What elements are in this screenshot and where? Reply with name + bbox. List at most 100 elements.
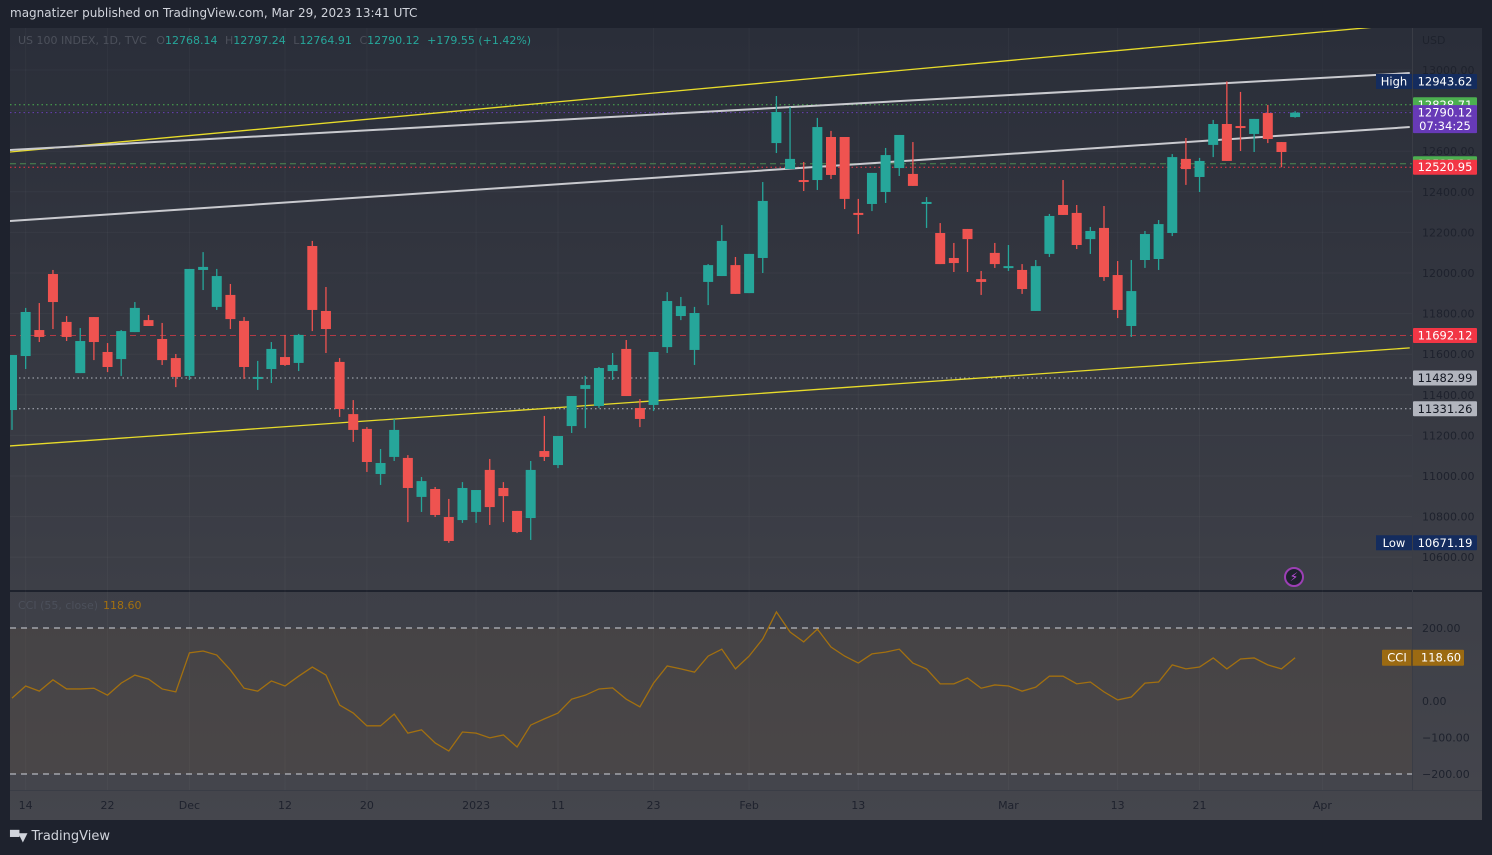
candle-body	[798, 180, 809, 183]
candle-body	[1208, 123, 1219, 145]
candle-body	[1276, 142, 1287, 153]
candle-body	[826, 136, 836, 175]
candle-up	[1030, 260, 1041, 311]
candle-body	[921, 201, 932, 204]
candle-body	[280, 357, 290, 365]
candle-body	[634, 408, 645, 419]
candle-down	[839, 136, 850, 210]
candle-body	[907, 173, 918, 186]
time-tick: Feb	[739, 799, 758, 812]
candle-down	[334, 358, 345, 417]
candle-up	[1167, 154, 1178, 237]
open-value: 12768.14	[165, 34, 218, 47]
price-tick: 11200.00	[1422, 429, 1475, 442]
candle-up	[662, 292, 673, 353]
price-tick: 12200.00	[1422, 226, 1475, 239]
candle-body	[1180, 158, 1191, 170]
candle-body	[47, 274, 58, 303]
candle-body	[839, 136, 850, 199]
candle-body	[129, 307, 140, 333]
price-tick: 11600.00	[1422, 348, 1475, 361]
candle-body	[853, 212, 864, 215]
candle-body	[566, 396, 577, 427]
candle-body	[498, 487, 509, 497]
countdown-text: 07:34:25	[1419, 119, 1471, 133]
candle-body	[75, 341, 86, 374]
candle-body	[320, 310, 331, 330]
candle-body	[553, 436, 563, 466]
candle-body	[1249, 118, 1260, 134]
open-label: O	[156, 34, 166, 47]
candle-body	[757, 200, 768, 258]
candle-up	[593, 366, 604, 409]
candle-body	[866, 172, 877, 204]
candle-body	[1085, 230, 1096, 240]
candle-body	[1017, 269, 1028, 290]
candle-body	[1099, 227, 1109, 278]
candle-body	[771, 112, 782, 144]
candle-body	[621, 348, 632, 397]
candle-body	[211, 276, 222, 307]
candle-body	[307, 246, 318, 310]
candle-body	[348, 414, 359, 430]
candle-down	[430, 486, 441, 518]
candle-body	[812, 127, 823, 181]
price-label: 12520.95	[1413, 159, 1477, 175]
price-label-text: 12943.62	[1418, 74, 1473, 88]
candle-body	[1058, 204, 1069, 215]
price-label-tag: High	[1381, 74, 1407, 88]
candle-body	[225, 294, 236, 320]
close-label: C	[359, 34, 368, 47]
candle-body	[648, 351, 659, 405]
pane-divider[interactable]	[10, 590, 1482, 592]
brand-name: TradingView	[31, 829, 111, 844]
change-value: +179.55 (+1.42%)	[427, 34, 532, 47]
chart-canvas[interactable]: USD13000.0012800.0012600.0012400.0012200…	[0, 0, 1492, 855]
candle-down	[512, 510, 523, 534]
candle-up	[457, 482, 468, 523]
candle-body	[716, 240, 727, 277]
candle-body	[88, 317, 99, 343]
candle-body	[1139, 234, 1150, 261]
candle-body	[430, 489, 441, 515]
candle-body	[1003, 266, 1014, 269]
candle-body	[443, 517, 454, 541]
price-label-text: 12790.12	[1418, 106, 1473, 120]
candle-down	[826, 130, 836, 180]
time-tick: 20	[360, 799, 374, 812]
candle-body	[334, 361, 345, 410]
candle-body	[1290, 112, 1301, 118]
candle-body	[471, 490, 482, 512]
candle-body	[266, 348, 277, 370]
tradingview-logo-icon: ▀▼	[10, 829, 27, 844]
price-label: 11331.26	[1413, 401, 1477, 417]
candle-body	[593, 368, 604, 406]
close-value: 12790.12	[367, 34, 420, 47]
cci-legend[interactable]: CCI (55, close) 118.60	[18, 599, 142, 612]
symbol-name[interactable]: US 100 INDEX, 1D, TVC	[18, 34, 147, 47]
candle-body	[675, 306, 686, 317]
candle-up	[1044, 213, 1055, 257]
price-label-tag: Low	[1383, 536, 1406, 550]
price-tick: 12000.00	[1422, 267, 1475, 280]
price-label-text: 11331.26	[1418, 402, 1473, 416]
candle-body	[252, 376, 263, 379]
time-tick: 2023	[462, 799, 490, 812]
candle-up	[184, 268, 195, 380]
candle-body	[785, 158, 796, 170]
candle-body	[607, 364, 618, 372]
cci-band-fill	[10, 628, 1412, 774]
low-value: 12764.91	[299, 34, 352, 47]
candle-body	[1112, 275, 1123, 310]
candle-body	[1126, 291, 1137, 326]
cci-price-label: CCI 118.60	[1382, 649, 1464, 666]
footer-brand[interactable]: ▀▼ TradingView	[10, 829, 110, 844]
candle-body	[10, 355, 17, 411]
time-tick: 11	[551, 799, 565, 812]
lightning-icon[interactable]: ⚡	[1284, 567, 1304, 587]
candle-up	[648, 351, 659, 412]
price-label: 12790.1207:34:25	[1413, 105, 1477, 133]
time-tick: 13	[1111, 799, 1125, 812]
price-label-text: 12520.95	[1418, 160, 1473, 174]
candle-body	[730, 265, 741, 294]
